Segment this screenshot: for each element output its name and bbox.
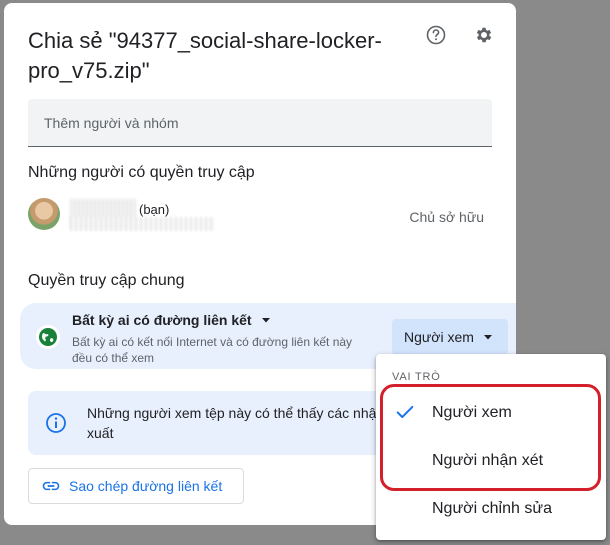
globe-icon: [36, 325, 60, 349]
caret-down-icon: [261, 318, 270, 323]
dialog-title: Chia sẻ "94377_social-share-locker-pro_v…: [28, 28, 382, 83]
copy-link-button[interactable]: Sao chép đường liên kết: [28, 468, 244, 504]
caret-down-icon: [484, 335, 492, 340]
role-option-viewer[interactable]: Người xem: [376, 389, 606, 437]
role-option-label: Người xem: [432, 404, 512, 421]
role-menu-header: VAI TRÒ: [392, 371, 441, 383]
redacted-email: [70, 217, 215, 231]
gear-icon: [476, 27, 492, 43]
role-option-label: Người chỉnh sửa: [432, 500, 552, 517]
role-option-commenter[interactable]: Người nhận xét: [376, 437, 606, 485]
general-access-type-label: Bất kỳ ai có đường liên kết: [72, 312, 252, 328]
add-people-input[interactable]: [28, 99, 492, 147]
check-icon: [396, 405, 414, 419]
role-option-label: Người nhận xét: [432, 452, 544, 469]
avatar: [28, 198, 60, 230]
person-row: (bạn) Chủ sở hữu: [28, 195, 492, 235]
help-circle-icon: [426, 25, 446, 45]
copy-link-label: Sao chép đường liên kết: [69, 478, 223, 494]
info-icon: [46, 413, 66, 433]
role-dropdown-button[interactable]: Người xem: [392, 319, 508, 355]
role-menu: VAI TRÒ Người xem Người nhận xét Người c…: [376, 354, 606, 540]
general-access-heading: Quyền truy cập chung: [28, 272, 185, 289]
link-icon: [42, 481, 60, 491]
settings-button[interactable]: [470, 21, 498, 49]
role-dropdown-label: Người xem: [404, 329, 474, 345]
people-with-access-heading: Những người có quyền truy cập: [28, 164, 255, 181]
you-label: (bạn): [139, 202, 170, 217]
owner-role-label: Chủ sở hữu: [409, 209, 484, 225]
help-button[interactable]: [422, 21, 450, 49]
general-access-description: Bất kỳ ai có kết nối Internet và có đườn…: [72, 335, 353, 365]
role-option-editor[interactable]: Người chỉnh sửa: [376, 485, 606, 533]
general-access-type-dropdown[interactable]: Bất kỳ ai có đường liên kết: [72, 312, 276, 328]
